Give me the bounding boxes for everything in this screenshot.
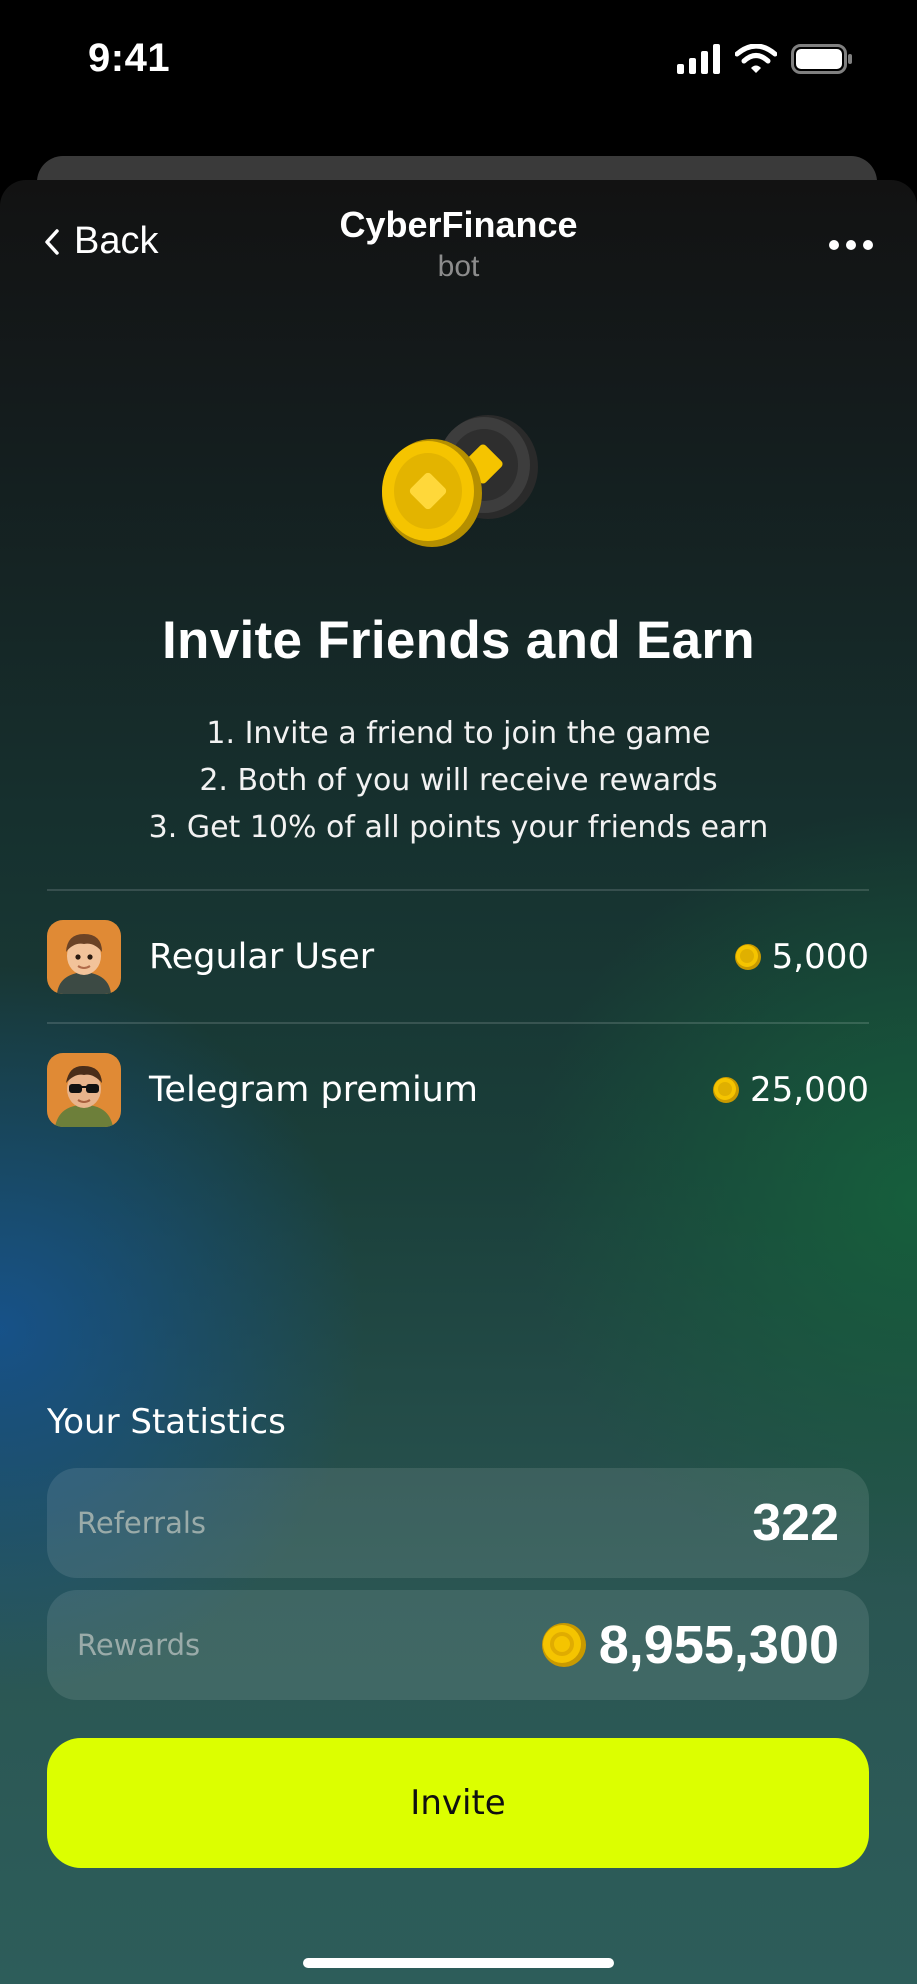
boy-sunglasses-avatar-icon xyxy=(47,1053,121,1127)
mini-app-sheet: Back CyberFinance bot Invite Friends and… xyxy=(0,180,917,1984)
coin-icon xyxy=(541,1623,586,1667)
tier-row-regular: Regular User 5,000 xyxy=(47,919,869,995)
status-bar: 9:41 xyxy=(0,0,917,120)
tier-reward-value: 5,000 xyxy=(771,937,869,977)
instructions-list: 1. Invite a friend to join the game 2. B… xyxy=(0,710,917,851)
status-icons xyxy=(677,44,853,74)
bot-subtitle: bot xyxy=(437,250,480,283)
tier-reward: 5,000 xyxy=(734,937,869,977)
instruction-step: 2. Both of you will receive rewards xyxy=(199,763,718,798)
bot-title: CyberFinance xyxy=(339,204,578,245)
referrals-label: Referrals xyxy=(77,1506,207,1540)
coin-icon xyxy=(713,1077,740,1103)
battery-icon xyxy=(791,44,852,74)
signal-icon xyxy=(677,44,720,74)
referrals-value: 322 xyxy=(752,1493,839,1553)
home-indicator xyxy=(303,1958,614,1968)
more-dot xyxy=(846,240,856,250)
referrals-count: 322 xyxy=(752,1494,839,1552)
boy-avatar-icon xyxy=(47,920,121,994)
rewards-card: Rewards 8,955,300 xyxy=(47,1590,869,1700)
tier-reward-value: 25,000 xyxy=(750,1070,869,1110)
wifi-icon xyxy=(735,44,777,73)
rewards-amount: 8,955,300 xyxy=(598,1615,839,1675)
coin-icon xyxy=(734,944,761,970)
page-headline: Invite Friends and Earn xyxy=(162,611,755,670)
divider xyxy=(47,1022,869,1024)
tier-row-premium: Telegram premium 25,000 xyxy=(47,1052,869,1128)
more-options-button[interactable] xyxy=(829,240,873,250)
instruction-step: 1. Invite a friend to join the game xyxy=(206,716,711,751)
tier-reward: 25,000 xyxy=(712,1070,869,1110)
referrals-card: Referrals 322 xyxy=(47,1468,869,1578)
rewards-label: Rewards xyxy=(77,1628,201,1662)
status-time: 9:41 xyxy=(88,36,171,80)
rewards-value: 8,955,300 xyxy=(541,1614,839,1676)
divider xyxy=(47,889,869,891)
tier-name: Telegram premium xyxy=(149,1070,478,1110)
statistics-title: Your Statistics xyxy=(47,1402,286,1442)
more-dot xyxy=(863,240,873,250)
invite-button[interactable]: Invite xyxy=(47,1738,869,1868)
tier-name: Regular User xyxy=(149,937,375,977)
coins-icon xyxy=(382,415,538,547)
more-dot xyxy=(829,240,839,250)
instruction-step: 3. Get 10% of all points your friends ea… xyxy=(148,810,769,845)
